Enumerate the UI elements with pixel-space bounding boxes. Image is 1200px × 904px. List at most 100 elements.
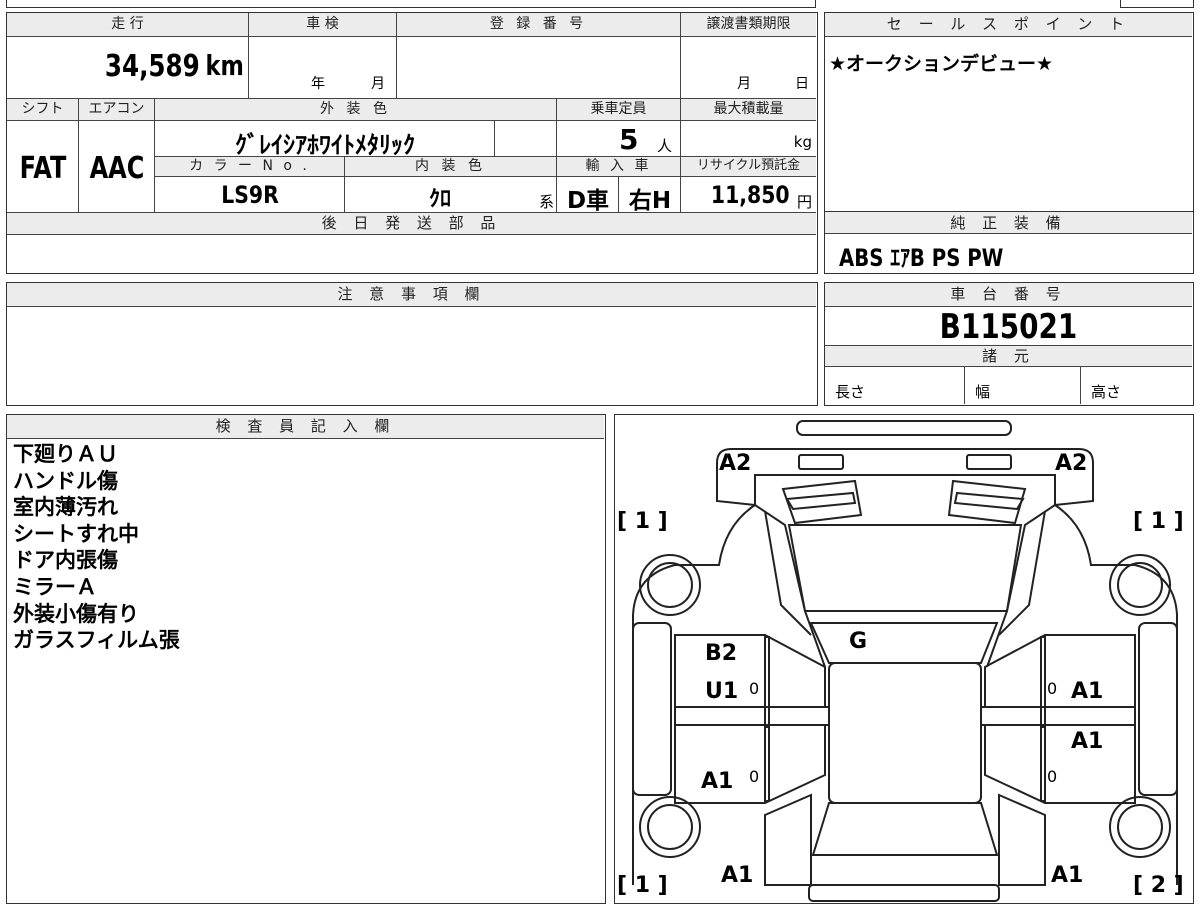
max-load-unit: kg [793, 133, 812, 151]
wheel-rear-right-inner [1117, 804, 1163, 850]
inspector-lines: 下廻りＡＵ ハンドル傷 室内薄汚れ シートすれ中 ドア内張傷 ミラーＡ 外装小傷… [13, 441, 180, 654]
handle-value: 右H [628, 188, 672, 214]
exterior-color-value: ｸﾞﾚｲｼｱﾎﾜｲﾄﾒﾀﾘｯｸ [235, 131, 415, 159]
mark-left-rear-door: A1 [701, 769, 734, 794]
equipment-label: 純 正 装 備 [825, 212, 1192, 234]
chassis-value: B115021 [939, 307, 1078, 347]
capacity-unit: 人 [657, 137, 673, 155]
rear-window-outline [811, 802, 999, 856]
bracket-bottom-right: [ 2 ] [1133, 873, 1184, 898]
capacity-value: 5 [619, 123, 639, 156]
mark-left-front-door-1: B2 [705, 641, 738, 666]
handle-left-rear [764, 724, 770, 802]
hood-line-left [764, 510, 812, 636]
front-body-outline [716, 448, 1094, 507]
later-parts-area [7, 235, 816, 272]
inspection-month-unit: 月 [371, 76, 385, 92]
recycle-label: リサイクル預託金 [681, 157, 816, 177]
bracket-top-left: [ 1 ] [617, 509, 668, 534]
interior-color-value-cell: ｸﾛ 系 [345, 177, 557, 213]
rear-bumper-outline [808, 884, 1000, 902]
handle-right-rear [1040, 724, 1046, 802]
top-strip [6, 0, 816, 8]
width-label: 幅 [975, 383, 991, 401]
car-diagram-panel: A2 A2 G B2 U1 A1 A1 A1 A1 A1 0 0 0 0 [ 1… [614, 414, 1194, 904]
equipment-panel: 純 正 装 備 ABS ｴｱB PS PW [824, 212, 1194, 274]
sales-point-panel: セ ー ル ス ポ イ ン ト ★オークションデビュー★ [824, 12, 1194, 212]
mark-windshield: G [849, 629, 868, 654]
ac-label: エアコン [79, 99, 155, 121]
mileage-value: 34,589 [105, 49, 200, 84]
car-diagram [632, 420, 1178, 902]
max-load-label: 最大積載量 [681, 99, 816, 121]
quarter-rear-left [764, 793, 812, 886]
roof-front-outline [809, 622, 999, 664]
later-parts-label: 後 日 発 送 部 品 [7, 213, 816, 235]
interior-color-label: 内 装 色 [345, 157, 557, 177]
chassis-label: 車 台 番 号 [825, 283, 1192, 307]
dimensions-label: 諸 元 [825, 345, 1192, 367]
mark-front-right: A2 [1055, 451, 1088, 476]
shift-label: シフト [7, 99, 79, 121]
recycle-unit: 円 [796, 193, 812, 211]
mark-left-rear: A1 [721, 863, 754, 888]
inspector-label: 検 査 員 記 入 欄 [7, 415, 604, 439]
sill-left [674, 706, 830, 726]
inspector-line: ガラスフィルム張 [13, 628, 180, 653]
hood-right-inner [953, 491, 1025, 511]
mileage-value-cell: 34,589 km [7, 37, 249, 99]
top-strip-right [1120, 0, 1194, 8]
registration-label: 登 録 番 号 [397, 13, 681, 37]
shift-value-cell: FAT [7, 121, 79, 213]
door-rear-right [984, 724, 1136, 804]
notes-label: 注 意 事 項 欄 [7, 283, 816, 307]
interior-color-value: ｸﾛ [428, 187, 451, 212]
quarter-rear-right [998, 793, 1046, 886]
import-value: D車 [566, 188, 610, 214]
fender-front-right [1138, 622, 1178, 796]
front-bumper-outline [796, 420, 1012, 436]
transfer-month-unit: 月 [737, 76, 751, 92]
bracket-top-right: [ 1 ] [1133, 509, 1184, 534]
mark-right-rear-door: A1 [1071, 729, 1104, 754]
wheel-front-right-inner [1117, 562, 1163, 608]
hood-left-panel [781, 479, 863, 525]
sales-point-text: ★オークションデビュー★ [829, 53, 1054, 75]
inspector-line: 外装小傷有り [13, 601, 139, 626]
inspector-line: 下廻りＡＵ [13, 442, 118, 466]
headlight-left [798, 454, 844, 470]
hood-right-panel [947, 479, 1027, 525]
color-no-value: LS9R [221, 181, 279, 209]
bracket-bottom-left: [ 1 ] [617, 873, 668, 898]
mark-front-left: A2 [719, 451, 752, 476]
inspector-line: ハンドル傷 [13, 468, 118, 493]
height-cell: 高さ [1081, 367, 1192, 404]
color-no-label: カ ラ ー N o . [155, 157, 345, 177]
exterior-color-extra-cell [495, 121, 557, 157]
ac-value-cell: AAC [79, 121, 155, 213]
inspection-year-unit: 年 [311, 76, 325, 92]
mark-zero-1: 0 [749, 679, 760, 698]
mileage-label: 走 行 [7, 13, 249, 37]
recycle-value: 11,850 [711, 181, 790, 209]
mark-right-rear: A1 [1051, 863, 1084, 888]
import-label: 輸 入 車 [557, 157, 681, 177]
length-label: 長さ [835, 383, 866, 401]
windshield-outline [787, 524, 1023, 612]
wheel-front-left-inner [647, 562, 693, 608]
inspector-line: シートすれ中 [13, 521, 139, 546]
width-cell: 幅 [965, 367, 1081, 404]
door-front-right [984, 634, 1136, 708]
mark-zero-2: 0 [749, 767, 760, 786]
inspection-value-cell: 年 月 [249, 37, 397, 99]
inspection-label: 車 検 [249, 13, 397, 37]
door-rear-left [674, 724, 826, 804]
capacity-label: 乗車定員 [557, 99, 681, 121]
vehicle-info-table: 走 行 車 検 登 録 番 号 譲渡書類期限 34,589 km 年 月 月 日… [6, 12, 818, 274]
handle-value-cell: 右H [619, 177, 681, 214]
inspector-line: 室内薄汚れ [13, 495, 118, 520]
color-no-value-cell: LS9R [155, 177, 345, 213]
headlight-right [966, 454, 1012, 470]
registration-value-cell [397, 37, 681, 99]
transfer-day-unit: 日 [795, 76, 809, 92]
